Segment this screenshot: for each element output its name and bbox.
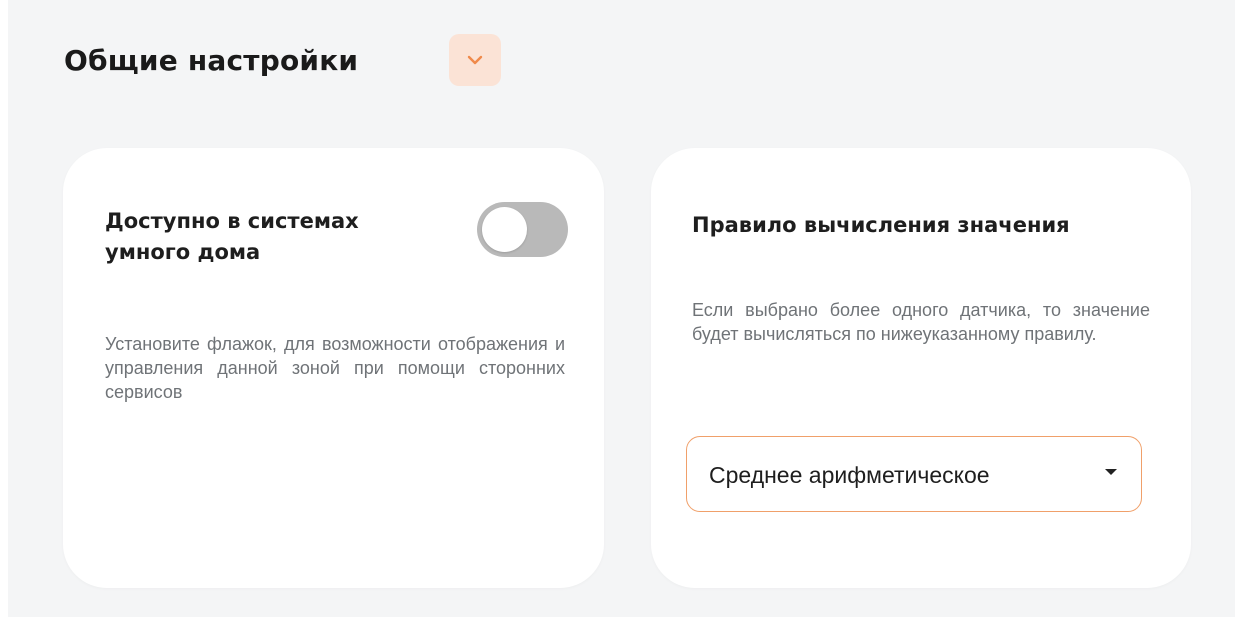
page: Общие настройки Доступно в системах умно… [0, 0, 1243, 626]
calc-rule-description: Если выбрано более одного датчика, то зн… [692, 300, 1150, 344]
smart-home-card: Доступно в системах умного дома Установи… [63, 148, 604, 588]
calc-rule-select[interactable]: Среднее арифметическое [686, 436, 1142, 512]
collapse-button[interactable] [449, 34, 501, 86]
smart-home-title: Доступно в системах умного дома [105, 209, 359, 264]
settings-panel: Общие настройки Доступно в системах умно… [8, 0, 1235, 617]
toggle-knob [482, 207, 527, 252]
calc-rule-card: Правило вычисления значения Если выбрано… [651, 148, 1191, 588]
chevron-down-icon [467, 55, 483, 65]
smart-home-toggle[interactable] [477, 202, 568, 257]
caret-down-icon [1105, 469, 1117, 475]
section-header: Общие настройки [64, 34, 501, 86]
calc-rule-title: Правило вычисления значения [692, 213, 1070, 237]
section-title: Общие настройки [64, 43, 359, 77]
smart-home-description: Установите флажок, для возможности отобр… [105, 334, 565, 402]
calc-rule-select-value: Среднее арифметическое [709, 462, 990, 488]
